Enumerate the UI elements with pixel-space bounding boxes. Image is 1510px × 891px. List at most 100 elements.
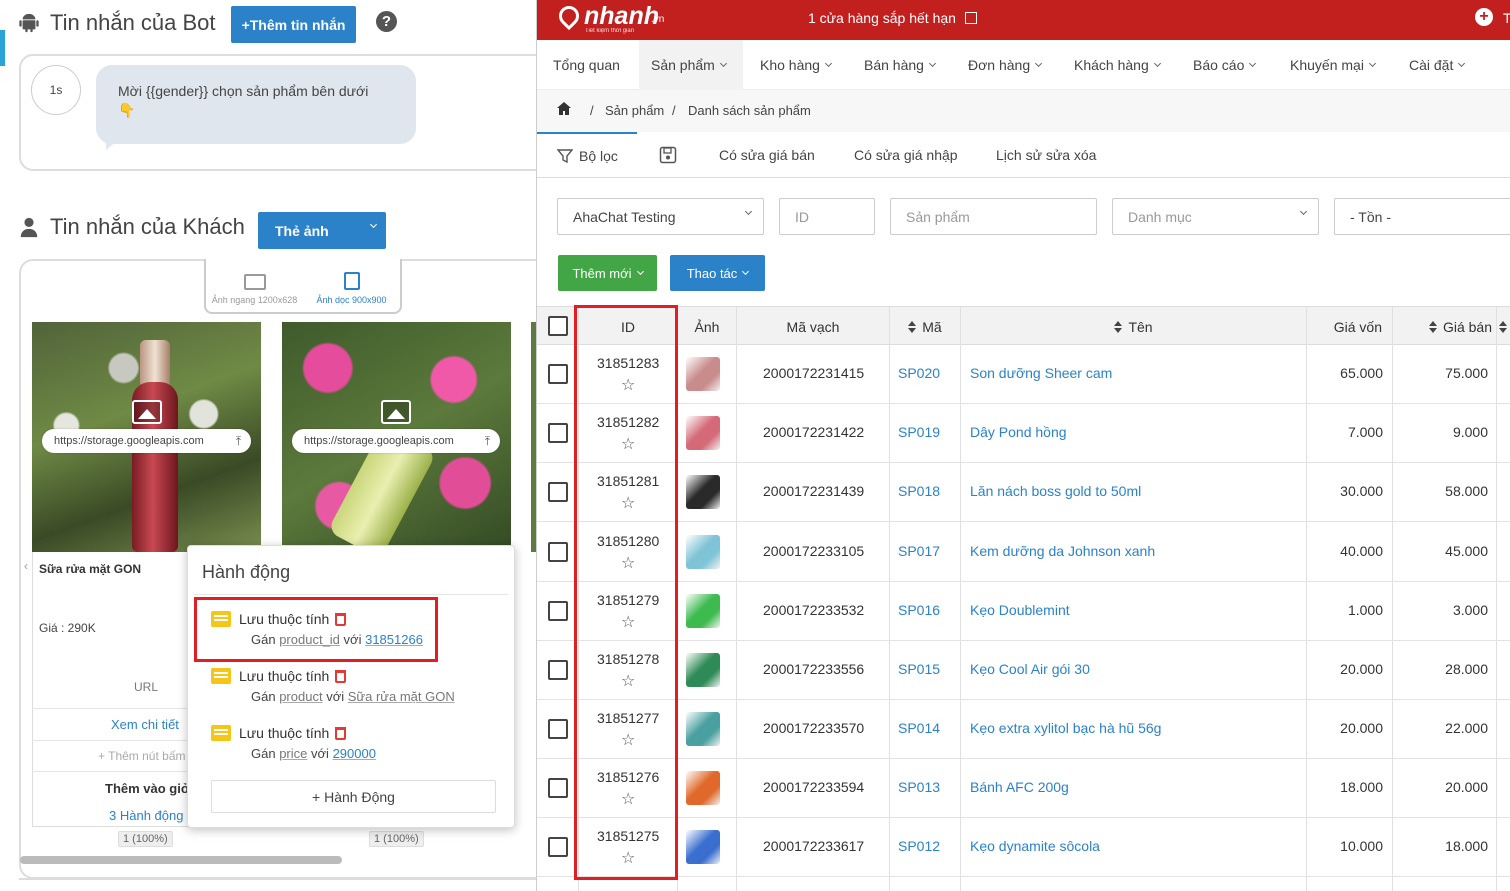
row-name[interactable]: Kẹo dynamite sôcola [970, 838, 1100, 854]
card-product-name[interactable]: Sữa rửa mặt GON [39, 562, 141, 576]
add-new-button[interactable]: Thêm mới [558, 255, 657, 291]
orientation-landscape[interactable]: Ảnh ngang 1200x628 [206, 259, 303, 312]
action-attribute[interactable]: product [279, 689, 322, 704]
row-name[interactable]: Kem dưỡng da Johnson xanh [970, 543, 1155, 559]
row-code[interactable]: SP014 [898, 720, 940, 736]
col-barcode[interactable]: Mã vạch [737, 307, 889, 346]
nav-khuyen-mai[interactable]: Khuyến mại [1290, 40, 1376, 90]
id-filter-input[interactable]: ID [779, 198, 875, 235]
row-code[interactable]: SP013 [898, 779, 940, 795]
product-filter-input[interactable]: Sản phẩm [890, 198, 1097, 235]
table-row[interactable]: 31851281 ☆ 2000172231439 SP018 Lăn nách boss… [537, 463, 1510, 522]
product-thumbnail[interactable] [686, 357, 720, 391]
image-url-field-2[interactable]: https://storage.googleapis.com ⤒ [292, 429, 500, 453]
tab-edit-history[interactable]: Lịch sử sửa xóa [996, 132, 1096, 178]
delay-badge[interactable]: 1s [31, 65, 81, 115]
action-attribute[interactable]: price [279, 746, 307, 761]
row-code[interactable]: SP020 [898, 365, 940, 381]
bot-message-bubble[interactable]: Mời {{gender}} chọn sản phẩm bên dưới 👇 [96, 65, 416, 144]
tab-import-price-edited[interactable]: Có sửa giá nhập [854, 132, 958, 178]
nav-ban-hang[interactable]: Bán hàng [864, 40, 936, 90]
product-thumbnail[interactable] [686, 653, 720, 687]
breadcrumb-products[interactable]: Sản phẩm [605, 103, 664, 118]
product-thumbnail[interactable] [686, 535, 720, 569]
col-code[interactable]: Mã [890, 307, 960, 346]
tab-filter[interactable]: Bộ lọc [537, 132, 637, 178]
trash-icon[interactable] [335, 726, 347, 740]
card-actions-link[interactable]: 3 Hành động [109, 808, 183, 823]
row-code[interactable]: SP019 [898, 424, 940, 440]
table-row[interactable]: 31851280 ☆ 2000172233105 SP017 Kem dưỡng da … [537, 523, 1510, 582]
col-price[interactable]: Giá bán [1393, 307, 1496, 346]
product-thumbnail[interactable] [686, 712, 720, 746]
row-name[interactable]: Kẹo Doublemint [970, 602, 1070, 618]
help-icon[interactable]: ? [376, 11, 397, 32]
action-item-2[interactable]: Lưu thuộc tính Gán product với Sữa rửa m… [211, 668, 491, 704]
product-thumbnail[interactable] [686, 416, 720, 450]
view-detail-button[interactable]: Xem chi tiết [111, 717, 179, 732]
row-code[interactable]: SP016 [898, 602, 940, 618]
nav-khach-hang[interactable]: Khách hàng [1074, 40, 1161, 90]
image-icon[interactable] [381, 400, 411, 424]
action-value[interactable]: Sữa rửa mặt GON [348, 689, 455, 704]
col-name[interactable]: Tên [961, 307, 1306, 346]
row-checkbox[interactable] [548, 364, 568, 384]
nav-bao-cao[interactable]: Báo cáo [1193, 40, 1257, 90]
nav-cai-dat[interactable]: Cài đặt [1409, 40, 1466, 90]
row-name[interactable]: Lăn nách boss gold to 50ml [970, 483, 1141, 499]
row-code[interactable]: SP018 [898, 483, 940, 499]
add-card-button[interactable]: + Thêm nút bấm [98, 749, 186, 763]
nav-tong-quan[interactable]: Tổng quan [553, 40, 620, 90]
col-cost[interactable]: Giá vốn [1307, 307, 1392, 346]
image-icon[interactable] [132, 400, 162, 424]
brand-name[interactable]: nhanh [584, 2, 659, 31]
product-thumbnail[interactable] [686, 771, 720, 805]
stock-select[interactable]: - Tồn - [1334, 198, 1510, 235]
add-to-cart-button[interactable]: Thêm vào giỏ [105, 781, 189, 796]
table-row[interactable]: 31851277 ☆ 2000172233570 SP014 Kẹo extra xyl… [537, 700, 1510, 759]
save-filter-icon[interactable] [659, 132, 677, 178]
nav-kho-hang[interactable]: Kho hàng [760, 40, 832, 90]
row-checkbox[interactable] [548, 542, 568, 562]
tab-sale-price-edited[interactable]: Có sửa giá bán [719, 132, 815, 178]
row-checkbox[interactable] [548, 719, 568, 739]
table-row[interactable]: 31851283 ☆ 2000172231415 SP020 Son dưỡng She… [537, 345, 1510, 404]
row-code[interactable]: SP012 [898, 838, 940, 854]
home-icon[interactable] [557, 102, 571, 118]
row-name[interactable]: Son dưỡng Sheer cam [970, 365, 1112, 381]
trash-icon[interactable] [335, 669, 347, 683]
image-url-field-1[interactable]: https://storage.googleapis.com ⤒ [42, 429, 251, 453]
row-checkbox[interactable] [548, 778, 568, 798]
table-row[interactable]: 31851275 ☆ 2000172233617 SP012 Kẹo dynamite … [537, 818, 1510, 877]
actions-button[interactable]: Thao tác [670, 255, 765, 291]
select-all-checkbox[interactable] [548, 316, 568, 336]
action-value[interactable]: 290000 [333, 746, 376, 761]
add-bot-message-button[interactable]: +Thêm tin nhắn [231, 6, 356, 43]
col-more[interactable] [1499, 307, 1510, 346]
product-thumbnail[interactable] [686, 830, 720, 864]
row-checkbox[interactable] [548, 423, 568, 443]
row-checkbox[interactable] [548, 837, 568, 857]
category-select[interactable]: Danh mục [1112, 198, 1319, 235]
row-name[interactable]: Bánh AFC 200g [970, 779, 1069, 795]
panel-edge-tab[interactable] [0, 30, 5, 66]
orientation-portrait[interactable]: Ảnh dọc 900x900 [303, 259, 400, 312]
table-row[interactable]: 31851279 ☆ 2000172233532 SP016 Kẹo Doublemin… [537, 582, 1510, 641]
card-product-price[interactable]: Giá : 290K [39, 621, 96, 635]
chevron-left-icon[interactable]: ‹ [24, 559, 36, 583]
card-url-label[interactable]: URL [134, 680, 158, 694]
add-icon[interactable]: + [1475, 8, 1493, 26]
row-name[interactable]: Kẹo Cool Air gói 30 [970, 661, 1090, 677]
table-row[interactable]: 31851278 ☆ 2000172233556 SP015 Kẹo Cool Air … [537, 641, 1510, 700]
row-name[interactable]: Dây Pond hồng [970, 424, 1067, 440]
store-select[interactable]: AhaChat Testing [557, 198, 764, 235]
row-code[interactable]: SP017 [898, 543, 940, 559]
header-user-text[interactable]: T [1503, 10, 1510, 26]
upload-icon[interactable]: ⤒ [236, 434, 241, 449]
row-checkbox[interactable] [548, 482, 568, 502]
product-thumbnail[interactable] [686, 475, 720, 509]
message-type-select[interactable]: Thẻ ảnh [258, 212, 386, 249]
action-item-3[interactable]: Lưu thuộc tính Gán price với 290000 [211, 725, 491, 761]
row-code[interactable]: SP015 [898, 661, 940, 677]
horizontal-scrollbar[interactable] [20, 856, 342, 864]
